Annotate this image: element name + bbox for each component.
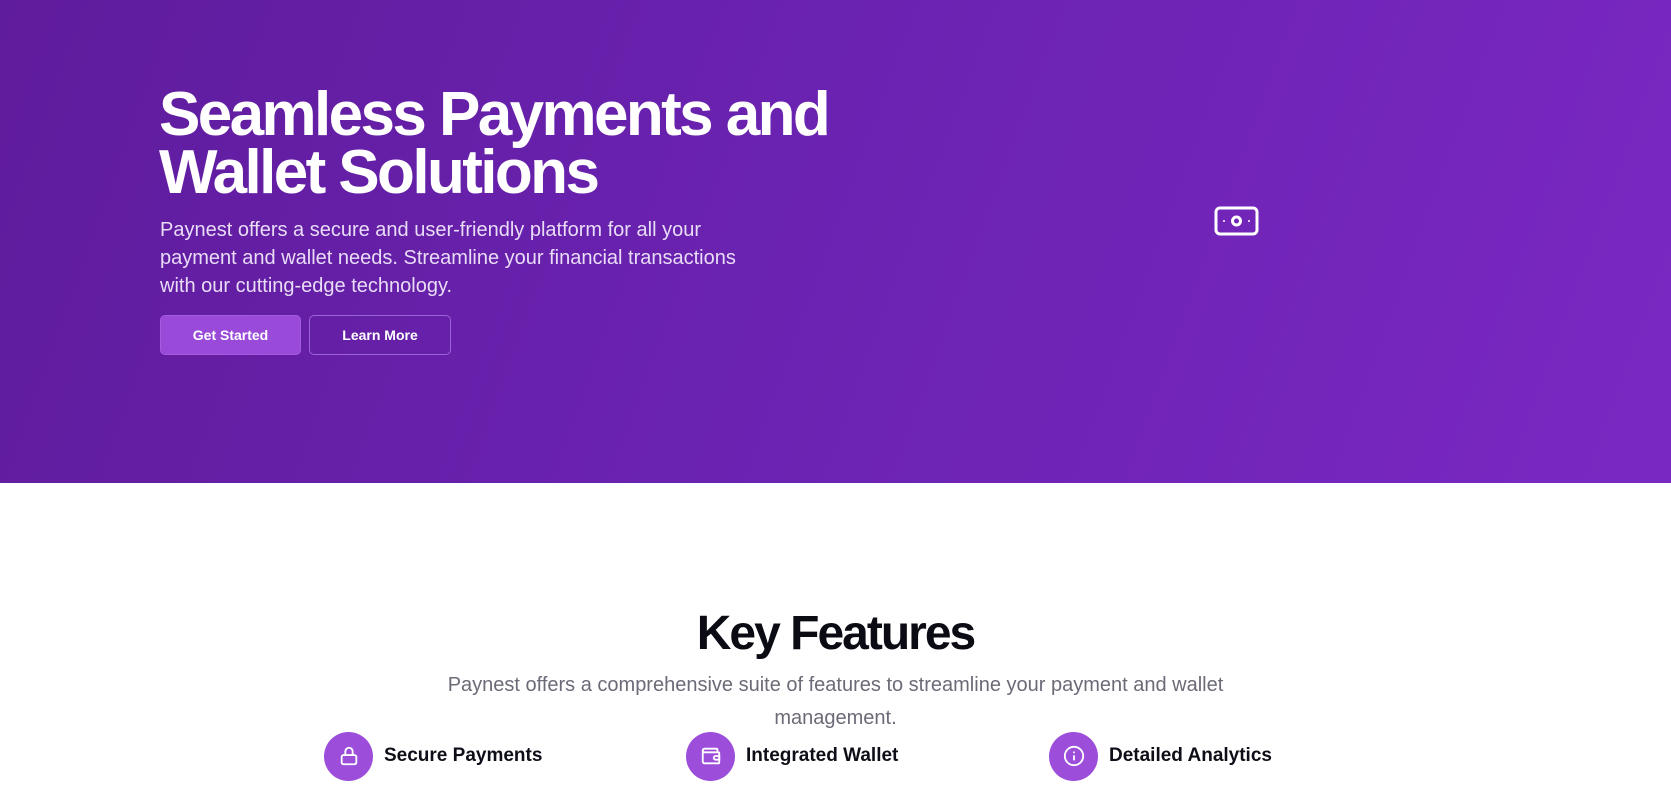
feature-label: Secure Payments: [384, 745, 543, 766]
feature-label: Detailed Analytics: [1109, 745, 1272, 766]
feature-detailed-analytics: Detailed Analytics: [1049, 731, 1272, 781]
wallet-icon: [686, 731, 735, 781]
feature-integrated-wallet: Integrated Wallet: [686, 731, 898, 781]
features-description: Paynest offers a comprehensive suite of …: [447, 674, 1224, 729]
lock-icon: [324, 731, 373, 781]
hero-section: Seamless Payments and Wallet Solutions P…: [0, 0, 1671, 483]
feature-label: Integrated Wallet: [746, 745, 899, 766]
hero-description: Paynest offers a secure and user-friendl…: [160, 219, 736, 297]
learn-more-button[interactable]: Learn More: [309, 315, 451, 355]
get-started-button[interactable]: Get Started: [160, 315, 301, 355]
features-title: Key Features: [696, 607, 976, 660]
hero-title: Seamless Payments and Wallet Solutions: [159, 80, 831, 207]
feature-secure-payments: Secure Payments: [324, 731, 542, 781]
info-icon: [1049, 731, 1098, 781]
banknote-icon: [1214, 206, 1259, 236]
